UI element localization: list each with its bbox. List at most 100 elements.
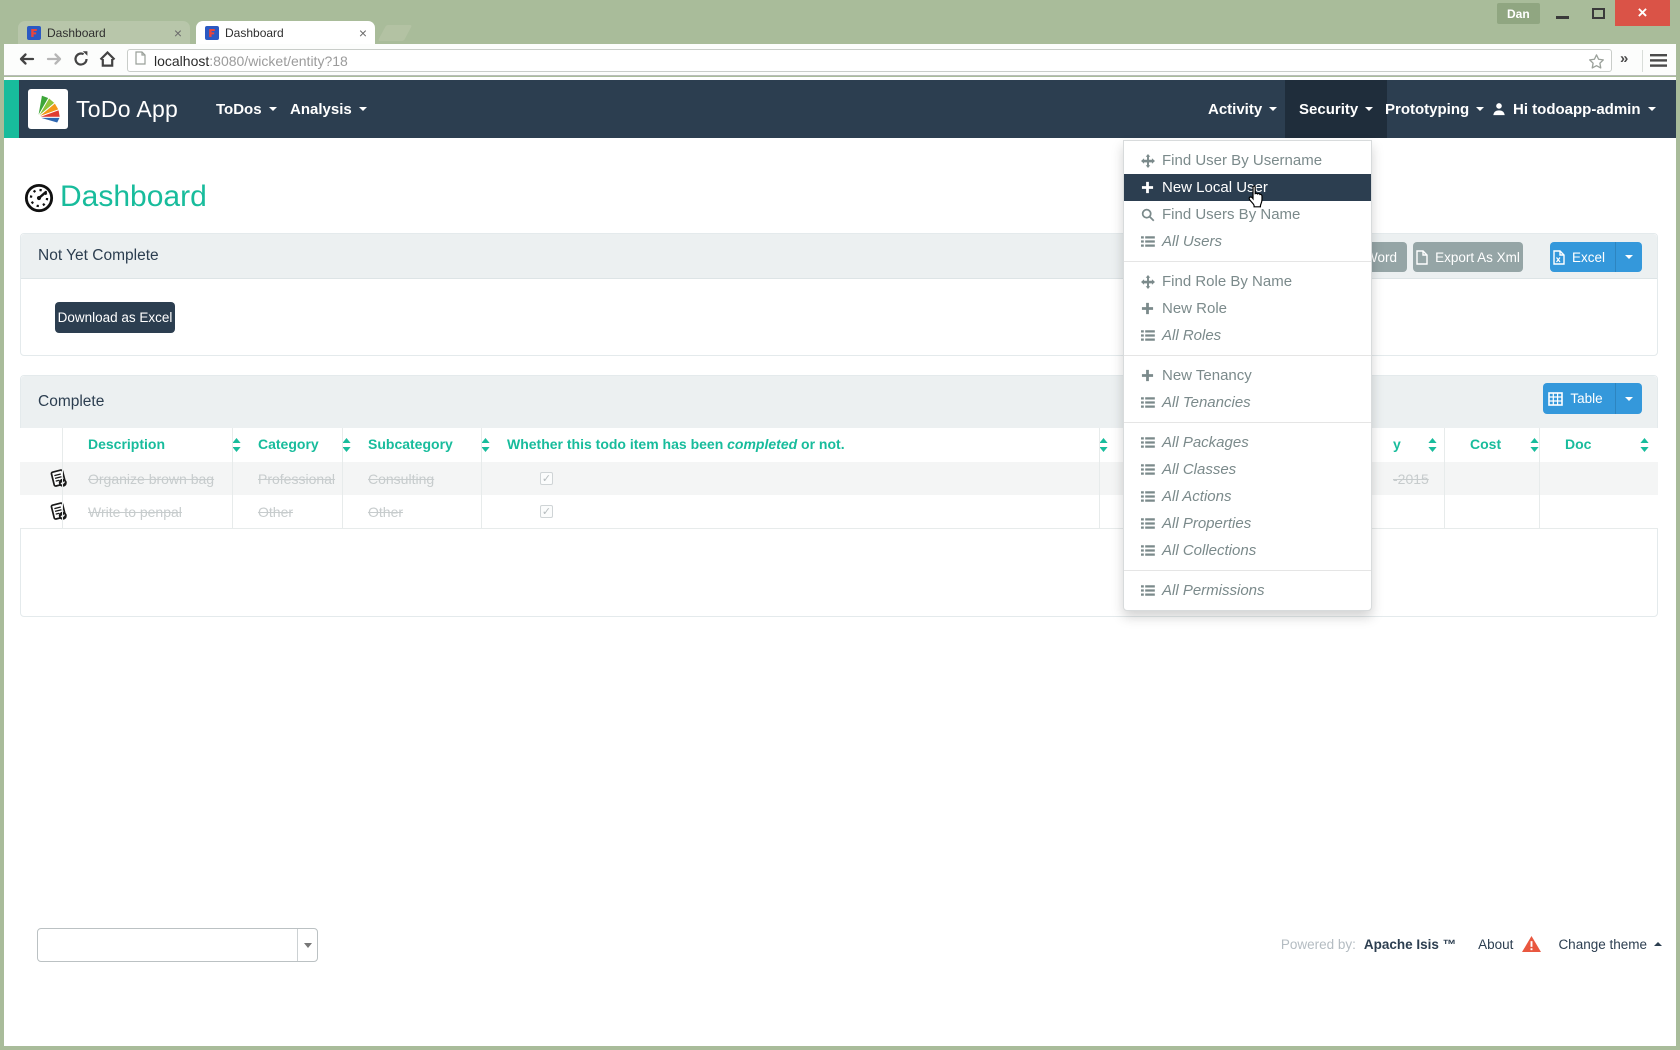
- close-button[interactable]: ×: [1615, 0, 1670, 26]
- refresh-icon[interactable]: [73, 51, 91, 69]
- about-link[interactable]: About: [1478, 937, 1513, 952]
- chevron-down-icon: [1648, 107, 1656, 111]
- extensions-overflow-icon[interactable]: »: [1620, 50, 1628, 67]
- menu-item-find-role-by-name[interactable]: Find Role By Name: [1124, 268, 1371, 295]
- menu-item-label: All Classes: [1162, 461, 1236, 478]
- column-header-category[interactable]: Category: [258, 436, 319, 452]
- apache-isis-link[interactable]: Apache Isis ™: [1364, 937, 1456, 952]
- back-icon[interactable]: [18, 51, 36, 69]
- export-as-xml-button[interactable]: Export As Xml: [1413, 242, 1523, 272]
- bookmark-star-icon[interactable]: [1588, 53, 1605, 75]
- menu-item-label: All Packages: [1162, 434, 1249, 451]
- footer-select[interactable]: [37, 928, 318, 962]
- column-divider: [1539, 428, 1540, 528]
- menu-item-all-classes[interactable]: All Classes: [1124, 456, 1371, 483]
- menu-item-all-packages[interactable]: All Packages: [1124, 429, 1371, 456]
- column-header-subcategory[interactable]: Subcategory: [368, 436, 453, 452]
- list-icon: [1140, 490, 1155, 503]
- nav-security[interactable]: Security: [1285, 80, 1387, 138]
- menu-item-label: New Role: [1162, 300, 1227, 317]
- chevron-down-icon: [1269, 107, 1277, 111]
- browser-menu-icon[interactable]: [1650, 54, 1667, 72]
- browser-tab-active[interactable]: Dashboard ×: [196, 21, 375, 44]
- plus-icon: [1140, 302, 1155, 315]
- minimize-button[interactable]: [1545, 0, 1579, 26]
- menu-item-find-user-by-username[interactable]: Find User By Username: [1124, 147, 1371, 174]
- cell-subcategory: Other: [368, 504, 403, 520]
- nav-analysis[interactable]: Analysis: [290, 80, 367, 138]
- cell-description[interactable]: Write to penpal: [88, 504, 182, 520]
- column-divider: [62, 428, 63, 528]
- nav-user[interactable]: Hi todoapp-admin: [1492, 80, 1656, 138]
- url-text[interactable]: localhost:8080/wicket/entity?18: [154, 53, 348, 69]
- column-header-dueby-clipped[interactable]: y: [1393, 436, 1401, 452]
- sort-icon[interactable]: [1428, 438, 1437, 457]
- plus-icon: [1140, 181, 1155, 194]
- sort-icon[interactable]: [1640, 438, 1649, 457]
- table-view-split-button[interactable]: Table: [1543, 383, 1642, 414]
- menu-divider: [1124, 570, 1371, 571]
- file-icon: [1416, 250, 1428, 265]
- sort-icon[interactable]: [481, 438, 490, 457]
- menu-item-new-tenancy[interactable]: New Tenancy: [1124, 362, 1371, 389]
- todo-item-icon[interactable]: [49, 469, 68, 493]
- column-divider: [1099, 428, 1100, 528]
- cell-description[interactable]: Organize brown bag: [88, 471, 214, 487]
- nav-activity[interactable]: Activity: [1208, 80, 1277, 138]
- panel-title: Not Yet Complete: [38, 247, 159, 265]
- forward-icon[interactable]: [46, 51, 64, 69]
- checkbox-check-icon: ✓: [542, 505, 551, 518]
- menu-item-all-tenancies[interactable]: All Tenancies: [1124, 389, 1371, 416]
- sort-icon[interactable]: [1530, 438, 1539, 457]
- list-icon: [1140, 436, 1155, 449]
- column-header-doc[interactable]: Doc: [1565, 436, 1591, 452]
- menu-item-all-users[interactable]: All Users: [1124, 228, 1371, 255]
- change-theme-link[interactable]: Change theme: [1558, 937, 1647, 952]
- panel-header: Complete: [21, 376, 1657, 429]
- tab-close-icon[interactable]: ×: [359, 26, 367, 40]
- window-border: [0, 1046, 1680, 1050]
- browser-profile-button[interactable]: Dan: [1497, 3, 1540, 24]
- user-icon: [1492, 102, 1506, 116]
- mouse-cursor: [1246, 184, 1267, 213]
- nav-prototyping[interactable]: Prototyping: [1385, 80, 1484, 138]
- todo-item-icon[interactable]: [49, 502, 68, 526]
- chevron-down-icon: [304, 943, 312, 948]
- nav-todos[interactable]: ToDos: [216, 80, 277, 138]
- menu-item-label: Find Users By Name: [1162, 206, 1300, 223]
- excel-split-button[interactable]: Excel: [1550, 242, 1642, 272]
- table-grid-icon: [1548, 392, 1563, 406]
- table-row[interactable]: Write to penpal Other Other ✓: [20, 495, 1658, 528]
- list-icon: [1140, 517, 1155, 530]
- select-dropdown-toggle[interactable]: [297, 929, 317, 961]
- tab-close-icon[interactable]: ×: [174, 26, 182, 40]
- sort-icon[interactable]: [342, 438, 351, 457]
- menu-item-all-actions[interactable]: All Actions: [1124, 483, 1371, 510]
- column-header-description[interactable]: Description: [88, 436, 165, 452]
- menu-item-new-role[interactable]: New Role: [1124, 295, 1371, 322]
- app-logo[interactable]: [28, 89, 68, 129]
- column-header-completed[interactable]: Whether this todo item has been complete…: [507, 436, 845, 452]
- tab-title: Dashboard: [47, 26, 170, 40]
- maximize-button[interactable]: [1581, 0, 1615, 26]
- menu-item-all-permissions[interactable]: All Permissions: [1124, 577, 1371, 604]
- table-row[interactable]: Organize brown bag Professional Consulti…: [20, 462, 1658, 495]
- menu-item-all-collections[interactable]: All Collections: [1124, 537, 1371, 564]
- excel-button[interactable]: Excel: [1550, 250, 1608, 265]
- column-header-cost[interactable]: Cost: [1470, 436, 1501, 452]
- address-bar[interactable]: localhost:8080/wicket/entity?18: [127, 49, 1612, 72]
- browser-tab-inactive[interactable]: Dashboard ×: [18, 21, 190, 44]
- sort-icon[interactable]: [232, 438, 241, 457]
- app-brand[interactable]: ToDo App: [76, 80, 178, 138]
- menu-item-all-roles[interactable]: All Roles: [1124, 322, 1371, 349]
- home-icon[interactable]: [99, 51, 117, 69]
- table-view-dropdown-toggle[interactable]: [1615, 383, 1642, 414]
- table-view-button[interactable]: Table: [1543, 391, 1608, 406]
- menu-item-all-properties[interactable]: All Properties: [1124, 510, 1371, 537]
- sort-icon[interactable]: [1099, 438, 1108, 457]
- download-as-excel-button[interactable]: Download as Excel: [55, 302, 175, 333]
- chevron-down-icon: [1476, 107, 1484, 111]
- excel-dropdown-toggle[interactable]: [1615, 242, 1642, 272]
- table-bottom-border: [20, 528, 1658, 529]
- isis-logo-icon: [31, 90, 65, 129]
